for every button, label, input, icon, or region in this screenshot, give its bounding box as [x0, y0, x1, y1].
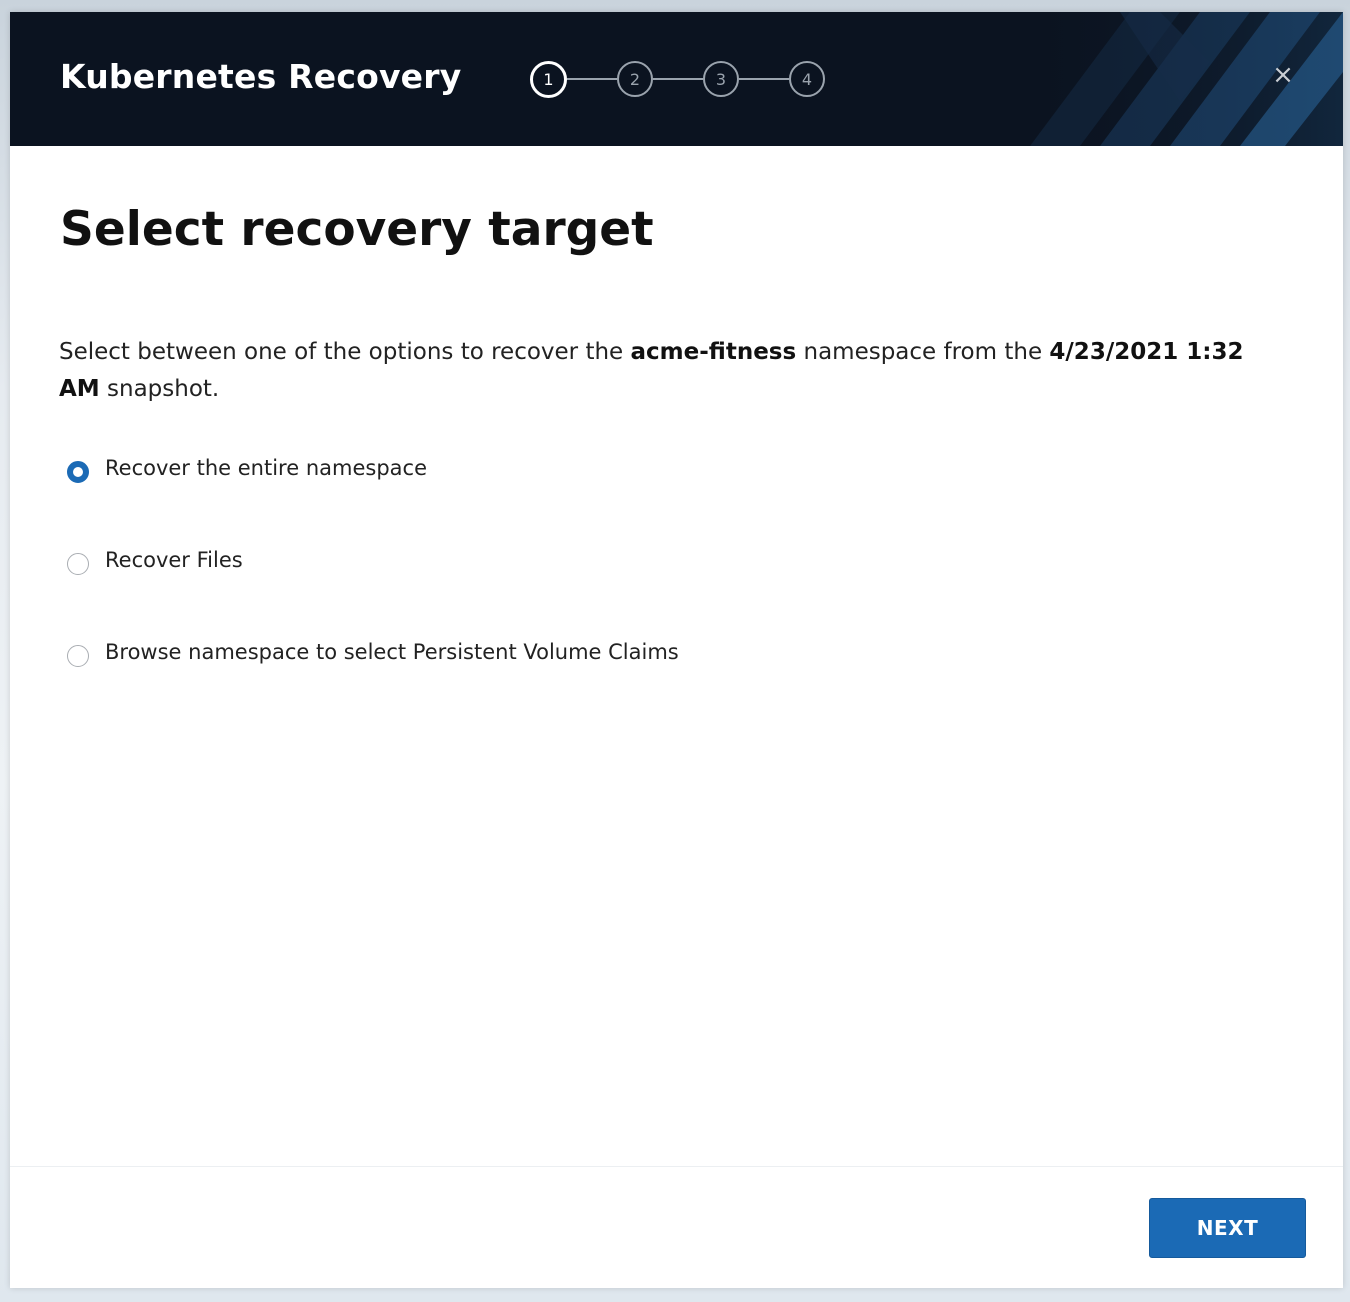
- option-label: Recover the entire namespace: [105, 456, 427, 480]
- step-connector: [739, 78, 789, 80]
- recovery-description: Select between one of the options to rec…: [59, 334, 1289, 408]
- option-label: Recover Files: [105, 548, 243, 572]
- step-connector: [567, 78, 617, 80]
- footer-divider: [10, 1166, 1343, 1167]
- step-4-indicator: 4: [789, 61, 825, 97]
- step-2-indicator: 2: [617, 61, 653, 97]
- next-button[interactable]: NEXT: [1149, 1198, 1306, 1258]
- dialog-header: Kubernetes Recovery 1 2 3 4 ×: [10, 12, 1343, 146]
- step-3-indicator: 3: [703, 61, 739, 97]
- page-title: Select recovery target: [60, 202, 654, 257]
- description-suffix: snapshot.: [99, 376, 220, 402]
- option-label: Browse namespace to select Persistent Vo…: [105, 640, 679, 664]
- namespace-name: acme-fitness: [630, 339, 797, 365]
- description-middle: namespace from the: [796, 339, 1050, 365]
- radio-selected-icon[interactable]: [67, 461, 89, 483]
- recovery-dialog: Kubernetes Recovery 1 2 3 4 × Select rec…: [10, 12, 1343, 1288]
- wizard-stepper: 1 2 3 4: [530, 60, 825, 98]
- option-recover-files[interactable]: Recover Files: [67, 544, 243, 576]
- step-1-indicator: 1: [530, 60, 567, 98]
- dialog-title: Kubernetes Recovery: [60, 57, 462, 96]
- step-connector: [653, 78, 703, 80]
- option-browse-pvc[interactable]: Browse namespace to select Persistent Vo…: [67, 636, 679, 668]
- description-prefix: Select between one of the options to rec…: [59, 339, 631, 365]
- radio-unselected-icon[interactable]: [67, 553, 89, 575]
- option-entire-namespace[interactable]: Recover the entire namespace: [67, 452, 427, 484]
- radio-unselected-icon[interactable]: [67, 645, 89, 667]
- close-icon[interactable]: ×: [1268, 60, 1298, 90]
